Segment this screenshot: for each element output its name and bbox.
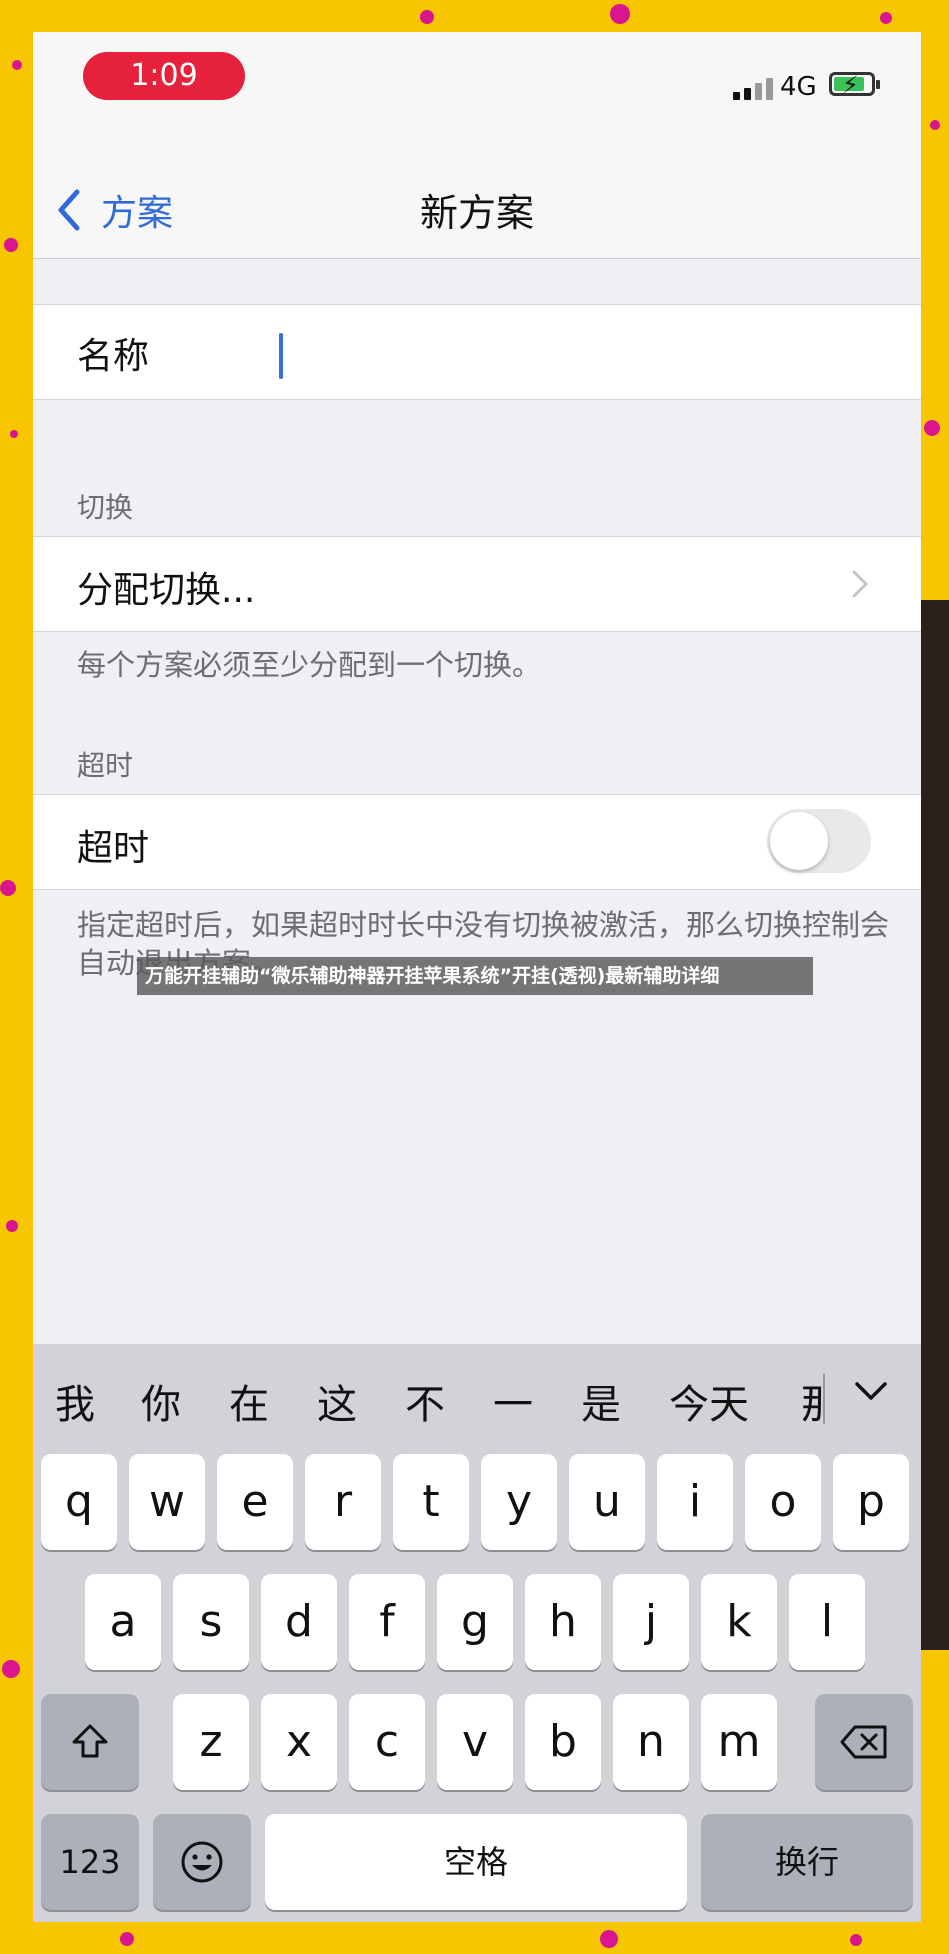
toggle-knob	[770, 812, 828, 870]
candidate-divider	[823, 1374, 825, 1424]
emoji-key[interactable]	[153, 1814, 251, 1910]
shift-key[interactable]	[41, 1694, 139, 1790]
frame-dot	[2, 1660, 20, 1678]
key-o[interactable]: o	[745, 1454, 821, 1550]
timeout-section-header: 超时	[77, 749, 134, 782]
candidate-word[interactable]: 是	[581, 1372, 621, 1430]
candidate-word[interactable]: 我	[55, 1372, 95, 1430]
frame-dot	[930, 120, 940, 130]
frame-dot	[850, 1934, 862, 1946]
overlay-caption-banner: 万能开挂辅助“微乐辅助神器开挂苹果系统”开挂(透视)最新辅助详细	[137, 957, 813, 995]
key-i[interactable]: i	[657, 1454, 733, 1550]
key-a[interactable]: a	[85, 1574, 161, 1670]
candidate-word[interactable]: 这	[317, 1372, 357, 1430]
frame-dot	[420, 10, 434, 24]
key-p[interactable]: p	[833, 1454, 909, 1550]
candidate-word[interactable]: 一	[493, 1372, 533, 1430]
return-key[interactable]: 换行	[701, 1814, 913, 1910]
assign-switches-row[interactable]: 分配切换...	[33, 536, 921, 632]
numbers-key[interactable]: 123	[41, 1814, 139, 1910]
candidate-word[interactable]: 你	[141, 1372, 181, 1430]
key-e[interactable]: e	[217, 1454, 293, 1550]
key-k[interactable]: k	[701, 1574, 777, 1670]
shift-arrow-icon	[72, 1724, 108, 1758]
frame-dot	[120, 1932, 134, 1946]
background-photo-edge	[919, 600, 949, 1650]
frame-dot	[6, 1220, 18, 1232]
frame-dot	[0, 880, 16, 896]
timeout-toggle[interactable]	[767, 809, 871, 873]
key-r[interactable]: r	[305, 1454, 381, 1550]
frame-dot	[924, 420, 940, 436]
name-field-label: 名称	[77, 336, 150, 377]
key-y[interactable]: y	[481, 1454, 557, 1550]
key-f[interactable]: f	[349, 1574, 425, 1670]
network-type: 4G	[780, 72, 817, 102]
status-time: 1:09	[83, 52, 245, 100]
key-w[interactable]: w	[129, 1454, 205, 1550]
cellular-signal-icon	[733, 78, 773, 100]
key-d[interactable]: d	[261, 1574, 337, 1670]
candidate-word[interactable]: 不	[405, 1372, 445, 1430]
key-l[interactable]: l	[789, 1574, 865, 1670]
chevron-down-icon[interactable]	[853, 1380, 889, 1402]
keyboard: 我 你 在 这 不 一 是 今天 那 q w e r t y u i o p a…	[33, 1344, 921, 1922]
key-t[interactable]: t	[393, 1454, 469, 1550]
timeout-label: 超时	[77, 828, 150, 869]
page-title: 新方案	[419, 191, 534, 235]
switch-section-footer: 每个方案必须至少分配到一个切换。	[77, 648, 542, 682]
navigation-bar: 方案 新方案	[33, 142, 921, 259]
key-c[interactable]: c	[349, 1694, 425, 1790]
battery-charging-icon: ⚡	[829, 71, 880, 99]
frame-dot	[4, 238, 18, 252]
frame-dot	[600, 1930, 618, 1948]
timeout-row: 超时	[33, 794, 921, 890]
switch-section-header: 切换	[77, 491, 134, 524]
candidate-word[interactable]: 那	[801, 1372, 823, 1430]
delete-key[interactable]	[815, 1694, 913, 1790]
status-bar: 1:09 4G ⚡	[33, 32, 921, 142]
candidate-word[interactable]: 在	[229, 1372, 269, 1430]
key-q[interactable]: q	[41, 1454, 117, 1550]
key-b[interactable]: b	[525, 1694, 601, 1790]
chevron-right-icon	[852, 570, 868, 598]
space-key[interactable]: 空格	[265, 1814, 687, 1910]
key-u[interactable]: u	[569, 1454, 645, 1550]
key-h[interactable]: h	[525, 1574, 601, 1670]
emoji-face-icon	[181, 1841, 223, 1883]
key-x[interactable]: x	[261, 1694, 337, 1790]
key-v[interactable]: v	[437, 1694, 513, 1790]
key-g[interactable]: g	[437, 1574, 513, 1670]
frame-dot	[880, 12, 892, 24]
key-z[interactable]: z	[173, 1694, 249, 1790]
candidate-word[interactable]: 今天	[669, 1372, 749, 1430]
assign-switches-label: 分配切换...	[77, 570, 256, 611]
key-n[interactable]: n	[613, 1694, 689, 1790]
frame-dot	[10, 430, 18, 438]
key-s[interactable]: s	[173, 1574, 249, 1670]
candidate-bar: 我 你 在 这 不 一 是 今天 那	[33, 1344, 921, 1454]
key-m[interactable]: m	[701, 1694, 777, 1790]
text-cursor	[279, 333, 283, 379]
frame-dot	[610, 4, 630, 24]
name-field[interactable]: 名称	[33, 304, 921, 400]
key-j[interactable]: j	[613, 1574, 689, 1670]
backspace-icon	[840, 1725, 887, 1759]
frame-dot	[12, 60, 22, 70]
